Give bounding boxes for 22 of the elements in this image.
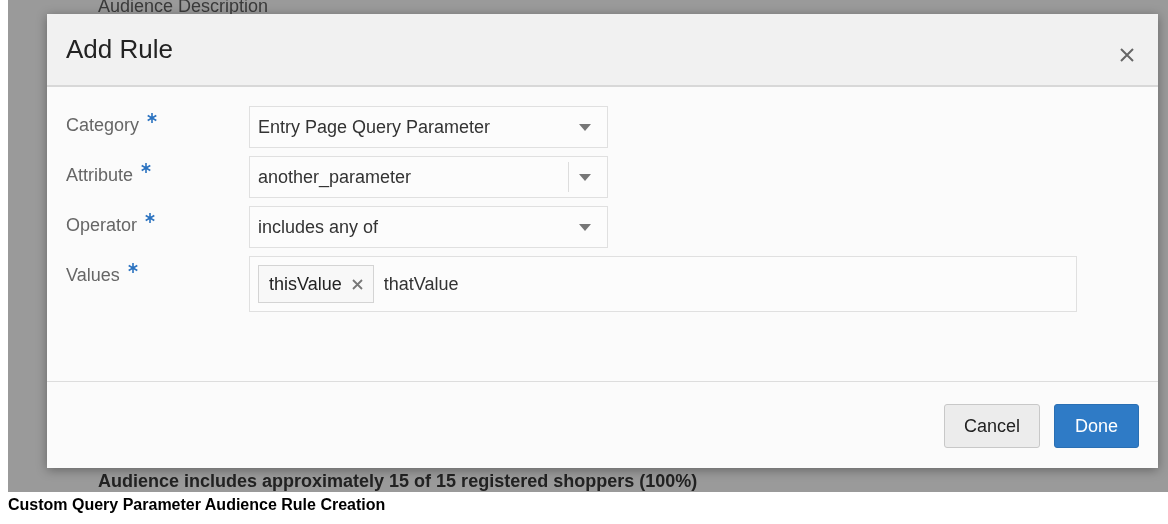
value-input[interactable]: thatValue bbox=[381, 272, 686, 296]
tag-label: thisValue bbox=[269, 273, 342, 295]
field-label: Operator bbox=[66, 215, 138, 236]
figure-caption: Custom Query Parameter Audience Rule Creation bbox=[7, 495, 387, 514]
dropdown-field[interactable]: another_parameter bbox=[249, 156, 608, 198]
remove-tag-button[interactable] bbox=[351, 278, 363, 290]
dropdown-arrow-icon bbox=[579, 123, 591, 131]
cancel-button[interactable]: Cancel bbox=[943, 404, 1040, 448]
field-label: Category bbox=[66, 115, 140, 136]
field-label: Attribute bbox=[66, 165, 134, 186]
dropdown-arrow-icon bbox=[579, 173, 591, 181]
dropdown-arrow-icon bbox=[579, 223, 591, 231]
done-button[interactable]: Done bbox=[1053, 404, 1139, 448]
close-icon bbox=[1120, 47, 1134, 62]
dropdown-field[interactable]: includes any of bbox=[249, 206, 608, 248]
dialog-title: Add Rule bbox=[66, 34, 173, 65]
field-label: Values bbox=[66, 265, 120, 286]
close-icon bbox=[351, 278, 363, 290]
tag-input-field[interactable]: thisValue thatValue bbox=[249, 256, 1077, 312]
close-button[interactable] bbox=[1118, 45, 1136, 64]
audience-summary: Audience includes approximately 15 of 15 registered shoppers (100%) bbox=[98, 470, 698, 492]
dropdown-field[interactable]: Entry Page Query Parameter bbox=[249, 106, 608, 148]
